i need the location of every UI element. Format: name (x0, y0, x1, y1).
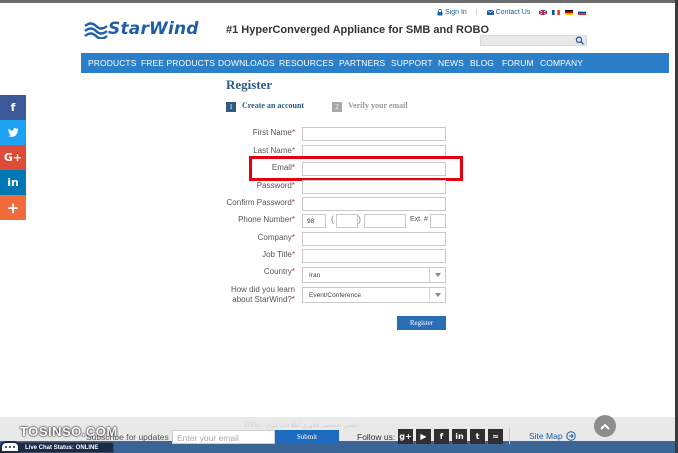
last-name-label: Last Name* (253, 146, 295, 155)
flag-uk-icon[interactable] (539, 10, 547, 15)
arrow-circle-right-icon (565, 431, 576, 441)
google-plus-share-icon[interactable]: G+ (0, 145, 26, 170)
starwind-logo[interactable]: StarWind (84, 19, 214, 42)
page: StarWind #1 HyperConverged Appliance for… (0, 0, 678, 453)
first-name-field[interactable] (302, 127, 446, 141)
country-label: Country* (263, 267, 295, 276)
nav-blog[interactable]: BLOG (470, 58, 494, 68)
chevron-up-icon (600, 423, 610, 430)
nav-forum[interactable]: FORUM (502, 58, 534, 68)
follow-us-label: Follow us: (357, 432, 396, 442)
lock-icon (437, 9, 443, 16)
register-title: Register (226, 77, 273, 92)
rss-icon[interactable]: ≈ (488, 429, 503, 444)
phone-paren-open: ( (331, 214, 334, 224)
phone-number-label: Phone Number* (238, 215, 295, 224)
logo-text: StarWind (108, 19, 199, 39)
subscribe-email-input[interactable]: Enter your email (172, 430, 275, 444)
flag-france-icon[interactable] (552, 10, 560, 15)
password-field[interactable] (302, 180, 446, 194)
top-border (0, 0, 678, 3)
nav-products[interactable]: PRODUCTS (88, 58, 137, 68)
sign-in-link[interactable]: Sign In (437, 9, 467, 16)
youtube-icon[interactable]: ▶ (416, 429, 431, 444)
nav-news[interactable]: NEWS (438, 58, 464, 68)
nav-free-products[interactable]: FREE PRODUCTS (141, 58, 215, 68)
linkedin-icon[interactable]: in (452, 429, 467, 444)
step-1-number: 1 (226, 102, 236, 112)
nav-resources[interactable]: RESOURCES (279, 58, 334, 68)
chevron-down-icon (429, 288, 445, 302)
how-learn-select-value: Event/Conference (309, 292, 362, 299)
step-2-label: Verify your email (348, 101, 408, 110)
sign-in-label: Sign In (445, 9, 467, 16)
site-watermark: TOSINSO.COM (20, 424, 118, 439)
twitter-bird-icon (7, 128, 18, 137)
footer-divider (509, 428, 510, 444)
country-select-value: Iran (309, 272, 321, 279)
more-share-icon[interactable]: + (0, 195, 26, 220)
wave-logo-icon (84, 22, 108, 39)
google-plus-icon[interactable]: g+ (398, 429, 413, 444)
nav-support[interactable]: SUPPORT (391, 58, 433, 68)
job-title-label: Job Title* (262, 250, 295, 259)
confirm-password-field[interactable] (302, 197, 446, 211)
step-2-number: 2 (332, 102, 342, 112)
job-title-field[interactable] (302, 249, 446, 263)
company-label: Company* (257, 233, 295, 242)
search-input[interactable] (480, 35, 587, 46)
envelope-icon (486, 10, 494, 15)
chat-bubble-icon[interactable] (0, 441, 20, 453)
phone-ext-field[interactable] (430, 214, 446, 228)
forum-watermark-text: ITPro - انجمن تخصصی فناوری اطلاعات ایران (245, 423, 359, 429)
language-flags (539, 10, 586, 15)
ext-label: Ext. # (410, 216, 428, 223)
phone-paren-close: ) (358, 214, 361, 224)
tagline: #1 HyperConverged Appliance for SMB and … (226, 24, 490, 36)
site-map-label: Site Map (529, 431, 563, 441)
facebook-share-icon[interactable]: f (0, 95, 26, 120)
phone-number-field[interactable] (364, 214, 406, 228)
how-learn-select[interactable]: Event/Conference (302, 287, 446, 303)
company-field[interactable] (302, 232, 446, 246)
top-links: Sign In | Contact Us | (437, 9, 550, 16)
search-icon[interactable] (575, 36, 585, 45)
facebook-icon[interactable]: f (434, 429, 449, 444)
scroll-to-top-button[interactable] (594, 415, 616, 437)
register-button[interactable]: Register (397, 316, 446, 330)
nav-partners[interactable]: PARTNERS (339, 58, 385, 68)
password-label: Password* (256, 181, 295, 190)
how-learn-label: How did you learn about StarWind?* (230, 285, 295, 304)
contact-us-label: Contact Us (495, 9, 531, 16)
first-name-label: First Name* (252, 128, 295, 137)
nav-downloads[interactable]: DOWNLOADS (218, 58, 275, 68)
twitter-share-icon[interactable] (0, 120, 26, 145)
chevron-down-icon (429, 268, 445, 282)
subscribe-submit-button[interactable]: Submit (275, 430, 339, 444)
nav-company[interactable]: COMPANY (540, 58, 583, 68)
twitter-icon[interactable]: t (470, 429, 485, 444)
flag-germany-icon[interactable] (565, 10, 573, 15)
site-map-link[interactable]: Site Map (529, 431, 576, 441)
contact-us-link[interactable]: Contact Us (486, 9, 531, 16)
step-1-label: Create an account (242, 101, 305, 110)
email-highlight-box (249, 156, 463, 181)
confirm-password-label: Confirm Password* (226, 198, 295, 207)
country-select[interactable]: Iran (302, 267, 446, 283)
flag-russia-icon[interactable] (578, 10, 586, 15)
phone-area-code-field[interactable] (336, 214, 358, 228)
separator: | (475, 9, 478, 16)
phone-country-code-field[interactable]: 98 (302, 214, 326, 228)
linkedin-share-icon[interactable]: in (0, 170, 26, 195)
main-nav: PRODUCTS FREE PRODUCTS DOWNLOADS RESOURC… (81, 53, 669, 73)
